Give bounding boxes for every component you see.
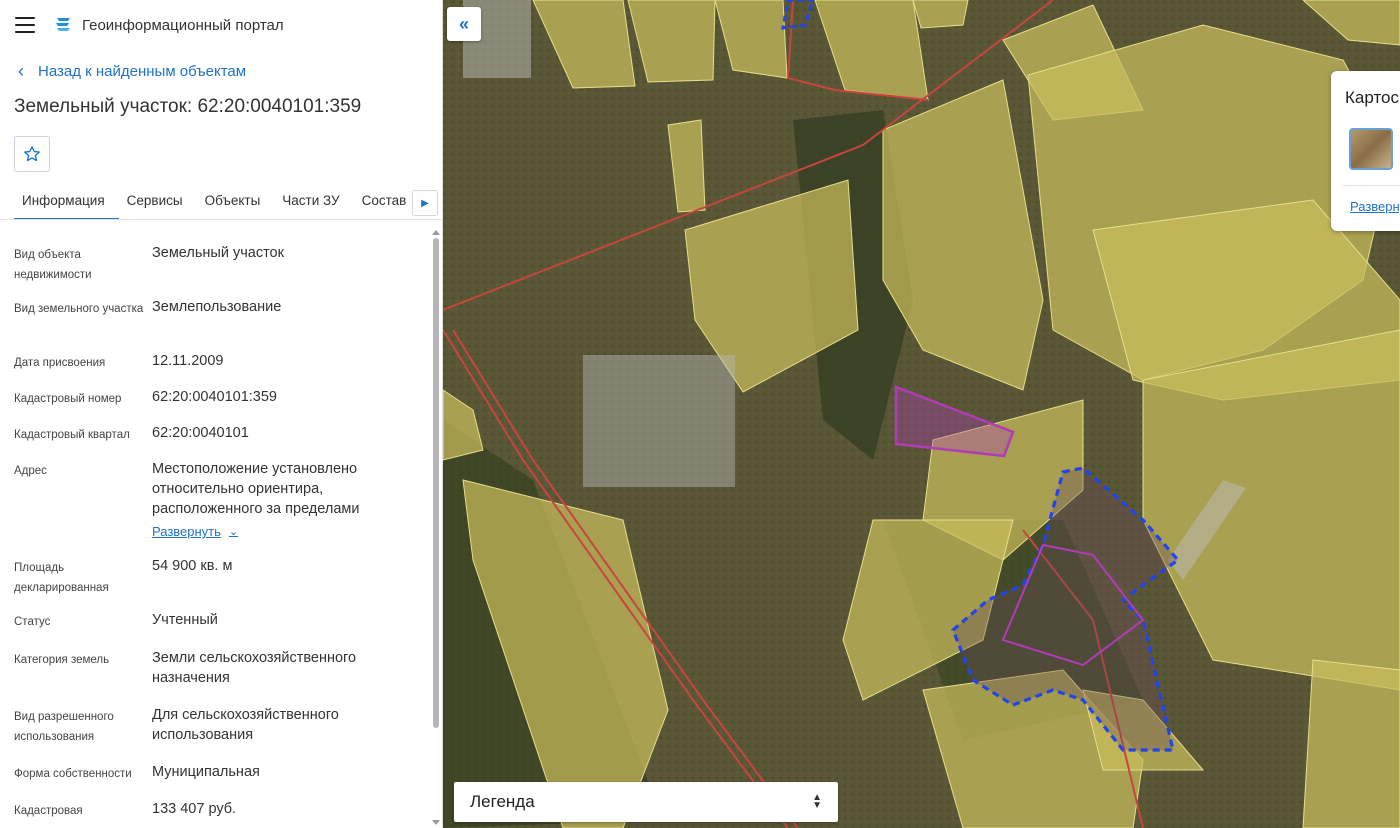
- map-view[interactable]: « Картос Развернуть Легенда ▲▼: [443, 0, 1400, 828]
- info-label: Кадастровая: [14, 805, 83, 817]
- expand-label: Развернуть: [152, 524, 221, 539]
- info-value: Землепользование: [152, 299, 282, 315]
- back-to-results-link[interactable]: ‹ Назад к найденным объектам: [0, 62, 442, 80]
- card-divider: [1343, 185, 1400, 186]
- satellite-map[interactable]: [443, 0, 1400, 828]
- info-row: Статус Учтенный: [0, 604, 430, 642]
- scroll-thumb[interactable]: [433, 238, 439, 728]
- expand-address-link[interactable]: Развернуть ⌄: [152, 522, 238, 542]
- tab-objects[interactable]: Объекты: [197, 187, 275, 219]
- basemap-thumbnail[interactable]: [1349, 128, 1393, 170]
- tabs-scroll-right-button[interactable]: ▶: [412, 190, 438, 216]
- info-value: Земельный участок: [152, 245, 284, 261]
- info-value: 12.11.2009: [152, 353, 224, 369]
- caret-right-icon: ▶: [421, 197, 429, 209]
- address-value: Местоположение установлено относительно …: [152, 461, 360, 517]
- info-label: Категория земель: [14, 654, 110, 666]
- info-row: Кадастровая 133 407 руб.: [0, 793, 430, 828]
- info-label: Кадастровый квартал: [14, 429, 130, 441]
- info-row: Вид объекта недвижимости Земельный участ…: [0, 237, 430, 291]
- tab-bar: Информация Сервисы Объекты Части ЗУ Сост…: [0, 187, 442, 220]
- info-label: Вид объекта недвижимости: [14, 249, 92, 281]
- info-value: 62:20:0040101:359: [152, 389, 277, 405]
- info-row: Адрес Местоположение установлено относит…: [0, 453, 430, 550]
- portal-logo-icon: [56, 18, 70, 31]
- tab-services[interactable]: Сервисы: [119, 187, 197, 219]
- collapse-panel-button[interactable]: «: [447, 7, 481, 41]
- info-label: Статус: [14, 616, 51, 628]
- info-label: Площадь декларированная: [14, 562, 109, 594]
- info-row: Площадь декларированная 54 900 кв. м: [0, 550, 430, 604]
- page-title: Земельный участок: 62:20:0040101:359: [14, 96, 362, 117]
- info-value: 62:20:0040101: [152, 425, 249, 441]
- info-list: Вид объекта недвижимости Земельный участ…: [0, 237, 430, 828]
- info-value: 133 407 руб.: [152, 801, 237, 817]
- app-title: Геоинформационный портал: [82, 16, 284, 34]
- info-label: Адрес: [14, 465, 47, 477]
- top-bar: Геоинформационный портал: [0, 0, 442, 50]
- info-label: Вид земельного участка: [14, 303, 144, 315]
- info-row: Вид земельного участка Землепользование: [0, 291, 430, 345]
- tab-composition[interactable]: Состав: [354, 187, 421, 219]
- favorite-button[interactable]: [14, 136, 50, 172]
- hamburger-menu-icon[interactable]: [15, 17, 35, 33]
- double-chevron-left-icon: «: [458, 13, 469, 34]
- panel-scrollbar[interactable]: [431, 228, 440, 828]
- info-row: Кадастровый номер 62:20:0040101:359: [0, 381, 430, 417]
- info-row: Форма собственности Муниципальная: [0, 756, 430, 793]
- info-value: Местоположение установлено относительно …: [152, 453, 430, 550]
- info-row: Категория земель Земли сельскохозяйствен…: [0, 642, 430, 699]
- legend-dropdown[interactable]: Легенда ▲ ▼: [454, 782, 838, 822]
- info-value: 54 900 кв. м: [152, 558, 233, 574]
- scroll-up-arrow-icon[interactable]: [432, 230, 440, 235]
- back-link-label: Назад к найденным объектам: [38, 62, 247, 80]
- info-value: Муниципальная: [152, 764, 260, 780]
- basemap-card: Картос Развернуть: [1331, 71, 1400, 231]
- info-row: Вид разрешенного использования Для сельс…: [0, 699, 430, 756]
- info-label: Вид разрешенного использования: [14, 711, 114, 743]
- info-value: Для сельскохозяйственного использования: [152, 707, 339, 743]
- info-label: Дата присвоения: [14, 357, 106, 369]
- card-expand-link[interactable]: Развернуть: [1350, 199, 1400, 214]
- legend-label: Легенда: [470, 792, 535, 811]
- tab-information[interactable]: Информация: [14, 187, 119, 219]
- card-title: Картос: [1345, 88, 1399, 107]
- info-value: Земли сельскохозяйственного назначения: [152, 650, 357, 686]
- tab-parcel-parts[interactable]: Части ЗУ: [274, 187, 353, 219]
- info-panel: Геоинформационный портал ‹ Назад к найде…: [0, 0, 443, 828]
- info-row: Дата присвоения 12.11.2009: [0, 345, 430, 381]
- info-label: Форма собственности: [14, 768, 132, 780]
- scroll-down-arrow-icon[interactable]: [432, 820, 440, 825]
- chevron-down-icon: ⌄: [228, 526, 239, 538]
- up-down-chevron-icon: ▲ ▼: [812, 792, 822, 811]
- info-value: Учтенный: [152, 612, 218, 628]
- star-icon: [24, 146, 40, 162]
- info-row: Кадастровый квартал 62:20:0040101: [0, 417, 430, 453]
- info-label: Кадастровый номер: [14, 393, 122, 405]
- chevron-left-icon: ‹: [18, 61, 24, 81]
